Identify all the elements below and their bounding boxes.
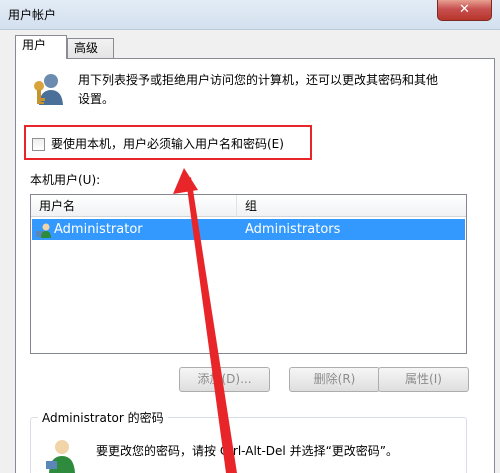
properties-button[interactable]: 属性(I) (378, 367, 469, 392)
users-tab-panel: 用下列表授予或拒绝用户访问您的计算机，还可以更改其密码和其他 设置。 要使用本机… (15, 58, 495, 473)
users-description: 用下列表授予或拒绝用户访问您的计算机，还可以更改其密码和其他 设置。 (78, 73, 439, 106)
users-icon (34, 74, 63, 105)
column-header-username[interactable]: 用户名 (31, 195, 237, 217)
users-list[interactable]: 用户名 组 Administrator Administrators (30, 194, 467, 354)
remove-user-button[interactable]: 删除(R) (289, 367, 380, 392)
row-username: Administrator (54, 222, 143, 237)
user-icon (46, 440, 75, 473)
require-password-checkbox[interactable] (32, 138, 45, 151)
require-password-label[interactable]: 要使用本机，用户必须输入用户名和密码(E) (51, 135, 284, 152)
close-button[interactable]: ✕ (437, 0, 492, 21)
list-header: 用户名 组 (31, 195, 466, 217)
title-bar: 用户帐户 ✕ (0, 0, 500, 30)
user-icon (36, 223, 51, 238)
tab-users[interactable]: 用户 (15, 35, 67, 59)
table-row[interactable]: Administrator Administrators (32, 219, 465, 240)
local-users-label: 本机用户(U): (30, 173, 101, 187)
row-group: Administrators (245, 222, 341, 237)
window-title: 用户帐户 (8, 8, 57, 22)
password-group-title: Administrator 的密码 (38, 409, 168, 426)
tab-advanced[interactable]: 高级 (67, 38, 114, 59)
password-description: 要更改您的密码，请按 Ctrl-Alt-Del 并选择“更改密码”。 (96, 444, 399, 458)
add-user-button[interactable]: 添加(D)... (179, 367, 270, 392)
close-icon: ✕ (459, 2, 470, 17)
column-header-group[interactable]: 组 (237, 195, 466, 217)
